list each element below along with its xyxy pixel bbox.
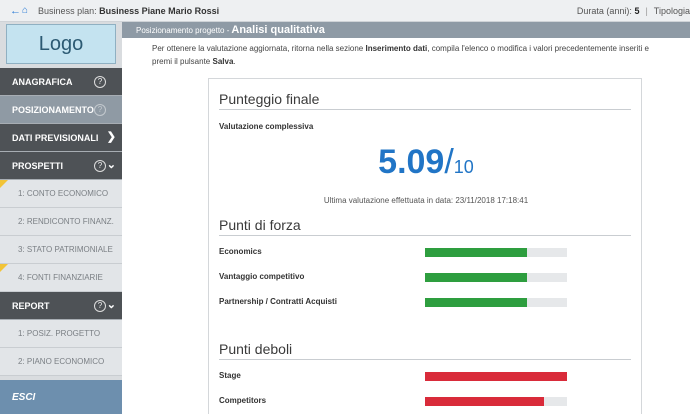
weaknesses-title: Punti deboli (219, 341, 631, 360)
chevron-right-icon: ❯ (106, 131, 116, 143)
sidebar-item-report[interactable]: REPORT ? ⌄ (0, 292, 122, 320)
business-plan-label: Business plan: (38, 5, 97, 16)
score-slash: / (444, 143, 454, 181)
bar-row: Economics (219, 247, 631, 257)
bar-fill (425, 298, 528, 307)
exit-button[interactable]: ESCI (0, 380, 122, 414)
sidebar-item-label: REPORT (12, 300, 50, 311)
tipologia-label: Tipologia (653, 6, 690, 16)
bar-label: Partnership / Contratti Acquisti (219, 297, 337, 306)
bar-label: Vantaggio competitivo (219, 272, 305, 281)
bar-track (425, 248, 567, 257)
bar-fill (425, 273, 528, 282)
bar-label: Competitors (219, 396, 267, 405)
strengths-title: Punti di forza (219, 217, 631, 236)
breadcrumb: Posizionamento progetto - (136, 25, 230, 35)
bar-row: Partnership / Contratti Acquisti (219, 297, 631, 307)
sidebar-item-dati-previsionali[interactable]: DATI PREVISIONALI ❯ (0, 124, 122, 152)
overall-rating-label: Valutazione complessiva (219, 122, 314, 131)
duration-label: Durata (anni): (576, 6, 632, 16)
score-max: 10 (453, 157, 474, 177)
help-icon[interactable]: ? (94, 104, 106, 116)
bar-fill (425, 248, 528, 257)
top-bar: ← ⌂ Business plan: Business Piane Mario … (0, 0, 690, 22)
sidebar-subitem-rendiconto-finanziario[interactable]: 2: RENDICONTO FINANZ. (0, 208, 122, 236)
duration-value: 5 (634, 6, 640, 16)
bar-track (425, 397, 567, 406)
bar-track (425, 273, 567, 282)
score-number: 5.09 (378, 143, 445, 181)
save-mention: Salva (212, 57, 234, 66)
analysis-card: Punteggio finale Valutazione complessiva… (208, 78, 642, 414)
bar-fill (425, 397, 545, 406)
sidebar-subitem-fonti-finanziarie[interactable]: 4: FONTI FINANZIARIE (0, 264, 122, 292)
sidebar-item-label: POSIZIONAMENTO (12, 104, 94, 115)
bar-row: Vantaggio competitivo (219, 272, 631, 282)
page-title: Analisi qualitativa (231, 24, 325, 36)
help-icon[interactable]: ? (94, 160, 106, 172)
sidebar-item-label: DATI PREVISIONALI (12, 132, 99, 143)
bar-label: Stage (219, 371, 241, 380)
bar-fill (425, 372, 567, 381)
sidebar-item-anagrafica[interactable]: ANAGRAFICA ? (0, 68, 122, 96)
help-icon[interactable]: ? (94, 76, 106, 88)
bar-track (425, 298, 567, 307)
sidebar-item-label: PROSPETTI (12, 160, 64, 171)
sidebar-subitem-stato-patrimoniale[interactable]: 3: STATO PATRIMONIALE (0, 236, 122, 264)
sidebar-subitem-piano-economico[interactable]: 2: PIANO ECONOMICO (0, 348, 122, 376)
duration-info: Durata (anni): 5 | Tipologia (577, 0, 690, 22)
business-plan-name: Business Piane Mario Rossi (99, 5, 220, 16)
final-score-title: Punteggio finale (219, 91, 631, 110)
chevron-down-icon: ⌄ (106, 299, 116, 311)
bar-track (425, 372, 567, 381)
intro-text: Per ottenere la valutazione aggiornata, … (152, 44, 649, 66)
arrow-left-icon: ← (10, 4, 21, 17)
inserimento-dati-link: Inserimento dati (365, 44, 428, 53)
sidebar-item-prospetti[interactable]: PROSPETTI ? ⌄ (0, 152, 122, 180)
help-icon[interactable]: ? (94, 300, 106, 312)
bar-row: Competitors (219, 396, 631, 406)
home-icon: ⌂ (22, 5, 29, 16)
sidebar: Logo ANAGRAFICA ? POSIZIONAMENTO ? DATI … (0, 22, 122, 414)
logo: Logo (6, 24, 116, 64)
main-content: Posizionamento progetto - Analisi qualit… (122, 22, 690, 414)
sidebar-nav: ANAGRAFICA ? POSIZIONAMENTO ? DATI PREVI… (0, 68, 122, 376)
bar-row: Stage (219, 371, 631, 381)
bar-label: Economics (219, 247, 262, 256)
business-plan-info: Business plan: Business Piane Mario Ross… (38, 6, 219, 16)
page-header: Posizionamento progetto - Analisi qualit… (122, 22, 690, 38)
separator: | (645, 6, 648, 16)
chevron-down-icon: ⌄ (106, 159, 116, 171)
last-evaluation-date: Ultima valutazione effettuata in data: 2… (323, 196, 529, 205)
sidebar-item-label: ANAGRAFICA (12, 76, 73, 87)
sidebar-subitem-posiz-progetto[interactable]: 1: POSIZ. PROGETTO (0, 320, 122, 348)
sidebar-item-posizionamento[interactable]: POSIZIONAMENTO ? (0, 96, 122, 124)
sidebar-subitem-conto-economico[interactable]: 1: CONTO ECONOMICO (0, 180, 122, 208)
back-home-button[interactable]: ← ⌂ (10, 5, 28, 17)
final-score-value: 5.09/10 (209, 143, 643, 182)
